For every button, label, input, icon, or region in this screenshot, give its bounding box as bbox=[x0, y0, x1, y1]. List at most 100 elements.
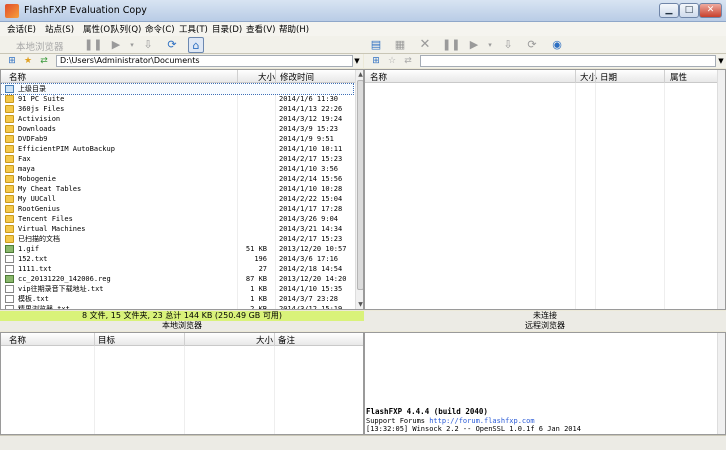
remote-network-icon[interactable]: ⊞ bbox=[370, 55, 382, 67]
remote-path-input[interactable] bbox=[420, 55, 716, 67]
play-icon[interactable]: ▶ bbox=[108, 37, 124, 53]
file-name: Virtual Machines bbox=[18, 225, 86, 233]
file-row[interactable]: cc_20131220_142006.reg 87 KB 2013/12/20 14… bbox=[1, 274, 353, 284]
refresh-icon[interactable]: ⟳ bbox=[164, 37, 180, 53]
menu-tools[interactable]: 工具(T) bbox=[179, 23, 208, 35]
favorite-star-icon[interactable]: ★ bbox=[22, 55, 34, 67]
abort-icon[interactable]: ✕ bbox=[417, 37, 433, 53]
file-row[interactable]: 152.txt 196 2014/3/6 17:16 bbox=[1, 254, 353, 264]
remote-pause-icon[interactable]: ❚❚ bbox=[442, 37, 460, 53]
file-row[interactable]: 1111.txt 27 2014/2/18 14:54 bbox=[1, 264, 353, 274]
toolbar: 本地浏览器 ❚❚ ▶ ▾ ⇩ ⟳ ⌂ ▤ ▦ ✕ ❚❚ ▶ ▾ ⇩ ⟳ ◉ bbox=[0, 36, 726, 54]
file-row[interactable]: vip往期录音下载地址.txt 1 KB 2014/1/10 15:35 bbox=[1, 284, 353, 294]
queue-column-target[interactable]: 目标 bbox=[98, 334, 115, 346]
file-row[interactable]: Activision 2014/3/12 19:24 bbox=[1, 114, 353, 124]
dropdown-arrow-icon[interactable]: ▾ bbox=[124, 37, 140, 53]
file-row[interactable]: 91 PC Suite 2014/1/6 11:30 bbox=[1, 94, 353, 104]
file-name: 91 PC Suite bbox=[18, 95, 65, 103]
menu-commands[interactable]: 命令(C) bbox=[145, 23, 175, 35]
local-path-input[interactable]: D:\Users\Administrator\Documents bbox=[56, 55, 353, 67]
file-row[interactable]: 已扫描的文档 2014/2/17 15:23 bbox=[1, 234, 353, 244]
file-name: My UUCall bbox=[18, 195, 56, 203]
remote-column-name[interactable]: 名称 bbox=[370, 71, 387, 83]
column-name[interactable]: 名称 bbox=[9, 71, 26, 83]
file-name: maya bbox=[18, 165, 35, 173]
menu-help[interactable]: 帮助(H) bbox=[279, 23, 309, 35]
disconnect-icon[interactable]: ▦ bbox=[392, 37, 408, 53]
menu-queue[interactable]: 队列(Q) bbox=[111, 23, 141, 35]
file-modified: 2014/2/22 15:04 bbox=[279, 195, 343, 203]
menu-options[interactable]: 属性(O) bbox=[83, 23, 113, 35]
file-row[interactable]: 1.gif 51 KB 2013/12/20 10:57 bbox=[1, 244, 353, 254]
local-path-dropdown-icon[interactable]: ▼ bbox=[352, 55, 362, 67]
menu-session[interactable]: 会话(E) bbox=[7, 23, 36, 35]
close-button[interactable]: ✕ bbox=[699, 3, 722, 18]
column-modified[interactable]: 修改时间 bbox=[280, 71, 314, 83]
menu-sites[interactable]: 站点(S) bbox=[45, 23, 74, 35]
minimize-button[interactable]: ▁ bbox=[659, 3, 679, 18]
remote-file-list[interactable]: 名称 大小 日期 属性 bbox=[364, 69, 726, 310]
globe-icon[interactable]: ◉ bbox=[549, 37, 565, 53]
scroll-up-icon[interactable]: ▲ bbox=[356, 70, 363, 79]
remote-refresh-icon[interactable]: ⟳ bbox=[524, 37, 540, 53]
file-row[interactable]: Fax 2014/2/17 15:23 bbox=[1, 154, 353, 164]
remote-vertical-scrollbar[interactable] bbox=[717, 70, 725, 309]
remote-path-dropdown-icon[interactable]: ▼ bbox=[716, 55, 726, 67]
file-row[interactable]: Downloads 2014/3/9 15:23 bbox=[1, 124, 353, 134]
file-modified: 2014/1/10 10:28 bbox=[279, 185, 343, 193]
file-name: Fax bbox=[18, 155, 31, 163]
file-row[interactable]: Virtual Machines 2014/3/21 14:34 bbox=[1, 224, 353, 234]
text-file-icon bbox=[5, 305, 14, 309]
transfer-queue[interactable]: 名称 目标 大小 备注 bbox=[0, 332, 364, 435]
remote-sync-icon[interactable]: ⇄ bbox=[402, 55, 414, 67]
file-name: EfficientPIM AutoBackup bbox=[18, 145, 115, 153]
folder-icon bbox=[5, 105, 14, 113]
queue-column-name[interactable]: 名称 bbox=[9, 334, 26, 346]
menu-directory[interactable]: 目录(D) bbox=[212, 23, 242, 35]
local-vertical-scrollbar[interactable]: ▲ ▼ bbox=[355, 70, 363, 309]
file-row[interactable]: DVDFab9 2014/1/9 9:51 bbox=[1, 134, 353, 144]
log-vertical-scrollbar[interactable] bbox=[717, 333, 725, 434]
file-size: 27 bbox=[258, 265, 267, 273]
file-row[interactable]: My UUCall 2014/2/22 15:04 bbox=[1, 194, 353, 204]
file-modified: 2014/2/14 15:56 bbox=[279, 175, 343, 183]
connect-icon[interactable]: ▤ bbox=[368, 37, 384, 53]
menu-view[interactable]: 查看(V) bbox=[246, 23, 275, 35]
file-row[interactable]: My Cheat Tables 2014/1/10 10:28 bbox=[1, 184, 353, 194]
support-forum-link[interactable]: http://forum.flashfxp.com bbox=[429, 417, 534, 425]
folder-icon bbox=[5, 155, 14, 163]
local-file-list[interactable]: 名称 大小 修改时间 上级目录 91 PC Suite 2014/1/6 11:30… bbox=[0, 69, 364, 310]
transfer-icon[interactable]: ⇩ bbox=[140, 37, 156, 53]
file-row[interactable]: EfficientPIM AutoBackup 2014/1/10 10:11 bbox=[1, 144, 353, 154]
file-modified: 2014/1/10 10:11 bbox=[279, 145, 343, 153]
parent-directory-row[interactable]: 上级目录 bbox=[1, 83, 354, 95]
remote-column-attributes[interactable]: 属性 bbox=[670, 71, 687, 83]
remote-favorite-star-icon[interactable]: ☆ bbox=[386, 55, 398, 67]
scroll-down-icon[interactable]: ▼ bbox=[356, 300, 363, 309]
sync-icon[interactable]: ⇄ bbox=[38, 55, 50, 67]
file-row[interactable]: Mobogenie 2014/2/14 15:56 bbox=[1, 174, 353, 184]
queue-column-note[interactable]: 备注 bbox=[278, 334, 295, 346]
remote-dropdown-arrow-icon[interactable]: ▾ bbox=[482, 37, 498, 53]
home-icon[interactable]: ⌂ bbox=[188, 37, 204, 53]
file-size: 2 KB bbox=[250, 305, 267, 310]
file-row[interactable]: 360js Files 2014/1/13 22:26 bbox=[1, 104, 353, 114]
file-modified: 2014/3/9 15:23 bbox=[279, 125, 339, 133]
remote-play-icon[interactable]: ▶ bbox=[466, 37, 482, 53]
log-text: FlashFXP 4.4.4 (build 2040) Support Foru… bbox=[366, 407, 714, 434]
file-row[interactable]: Tencent Files 2014/3/26 9:04 bbox=[1, 214, 353, 224]
maximize-button[interactable]: □ bbox=[679, 3, 699, 18]
queue-column-size[interactable]: 大小 bbox=[256, 334, 273, 346]
local-network-icon[interactable]: ⊞ bbox=[6, 55, 18, 67]
text-file-icon bbox=[5, 255, 14, 263]
scroll-thumb[interactable] bbox=[357, 80, 363, 290]
pause-icon[interactable]: ❚❚ bbox=[84, 37, 102, 53]
column-size[interactable]: 大小 bbox=[258, 71, 275, 83]
file-row[interactable]: 模板.txt 1 KB 2014/3/7 23:28 bbox=[1, 294, 353, 304]
remote-browser-caption: 远程浏览器 bbox=[364, 321, 726, 331]
file-row[interactable]: 精果浏览器.txt 2 KB 2014/3/12 15:19 bbox=[1, 304, 353, 310]
remote-transfer-icon[interactable]: ⇩ bbox=[500, 37, 516, 53]
file-row[interactable]: maya 2014/1/10 3:56 bbox=[1, 164, 353, 174]
file-row[interactable]: RootGenius 2014/1/17 17:28 bbox=[1, 204, 353, 214]
remote-column-date[interactable]: 日期 bbox=[600, 71, 617, 83]
